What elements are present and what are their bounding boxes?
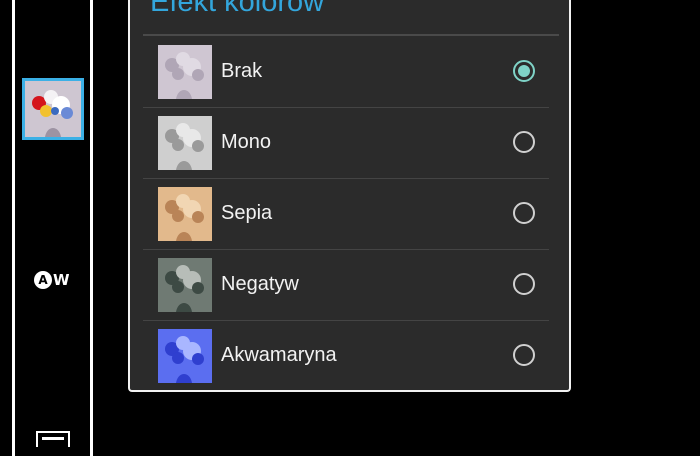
effect-option-label: Sepia (221, 202, 273, 224)
effect-option-mono[interactable]: Mono (143, 107, 549, 178)
effect-preview-thumbnail (158, 116, 212, 170)
radio-unselected-icon[interactable] (513, 273, 535, 295)
effect-option-label: Brak (221, 60, 263, 82)
effect-option-brak[interactable]: Brak (143, 36, 549, 107)
effect-preview-thumbnail (158, 187, 212, 241)
effect-option-label: Negatyw (221, 273, 299, 295)
effect-preview-thumbnail (158, 45, 212, 99)
scene-mode-icon[interactable] (36, 431, 70, 447)
radio-unselected-icon[interactable] (513, 344, 535, 366)
dialog-title: Efekt kolorów (150, 0, 325, 18)
effect-preview-thumbnail (158, 258, 212, 312)
effect-option-label: Mono (221, 131, 272, 153)
effect-option-negatyw[interactable]: Negatyw (143, 249, 549, 320)
effect-preview-thumbnail (158, 329, 212, 383)
color-effect-dialog: Efekt kolorów Brak Mono Sepia Negatyw Akwama… (128, 0, 571, 392)
white-balance-button[interactable]: AW (34, 269, 74, 291)
effect-option-label: Akwamaryna (221, 344, 337, 366)
white-balance-label: W (53, 271, 70, 289)
auto-icon: A (34, 271, 52, 289)
flower-thumbnail-icon (25, 81, 81, 137)
camera-settings-strip (12, 0, 93, 456)
radio-unselected-icon[interactable] (513, 131, 535, 153)
radio-selected-icon[interactable] (513, 60, 535, 82)
radio-unselected-icon[interactable] (513, 202, 535, 224)
effect-option-akwamaryna[interactable]: Akwamaryna (143, 320, 549, 390)
color-effect-button[interactable] (22, 78, 84, 140)
effect-option-sepia[interactable]: Sepia (143, 178, 549, 249)
